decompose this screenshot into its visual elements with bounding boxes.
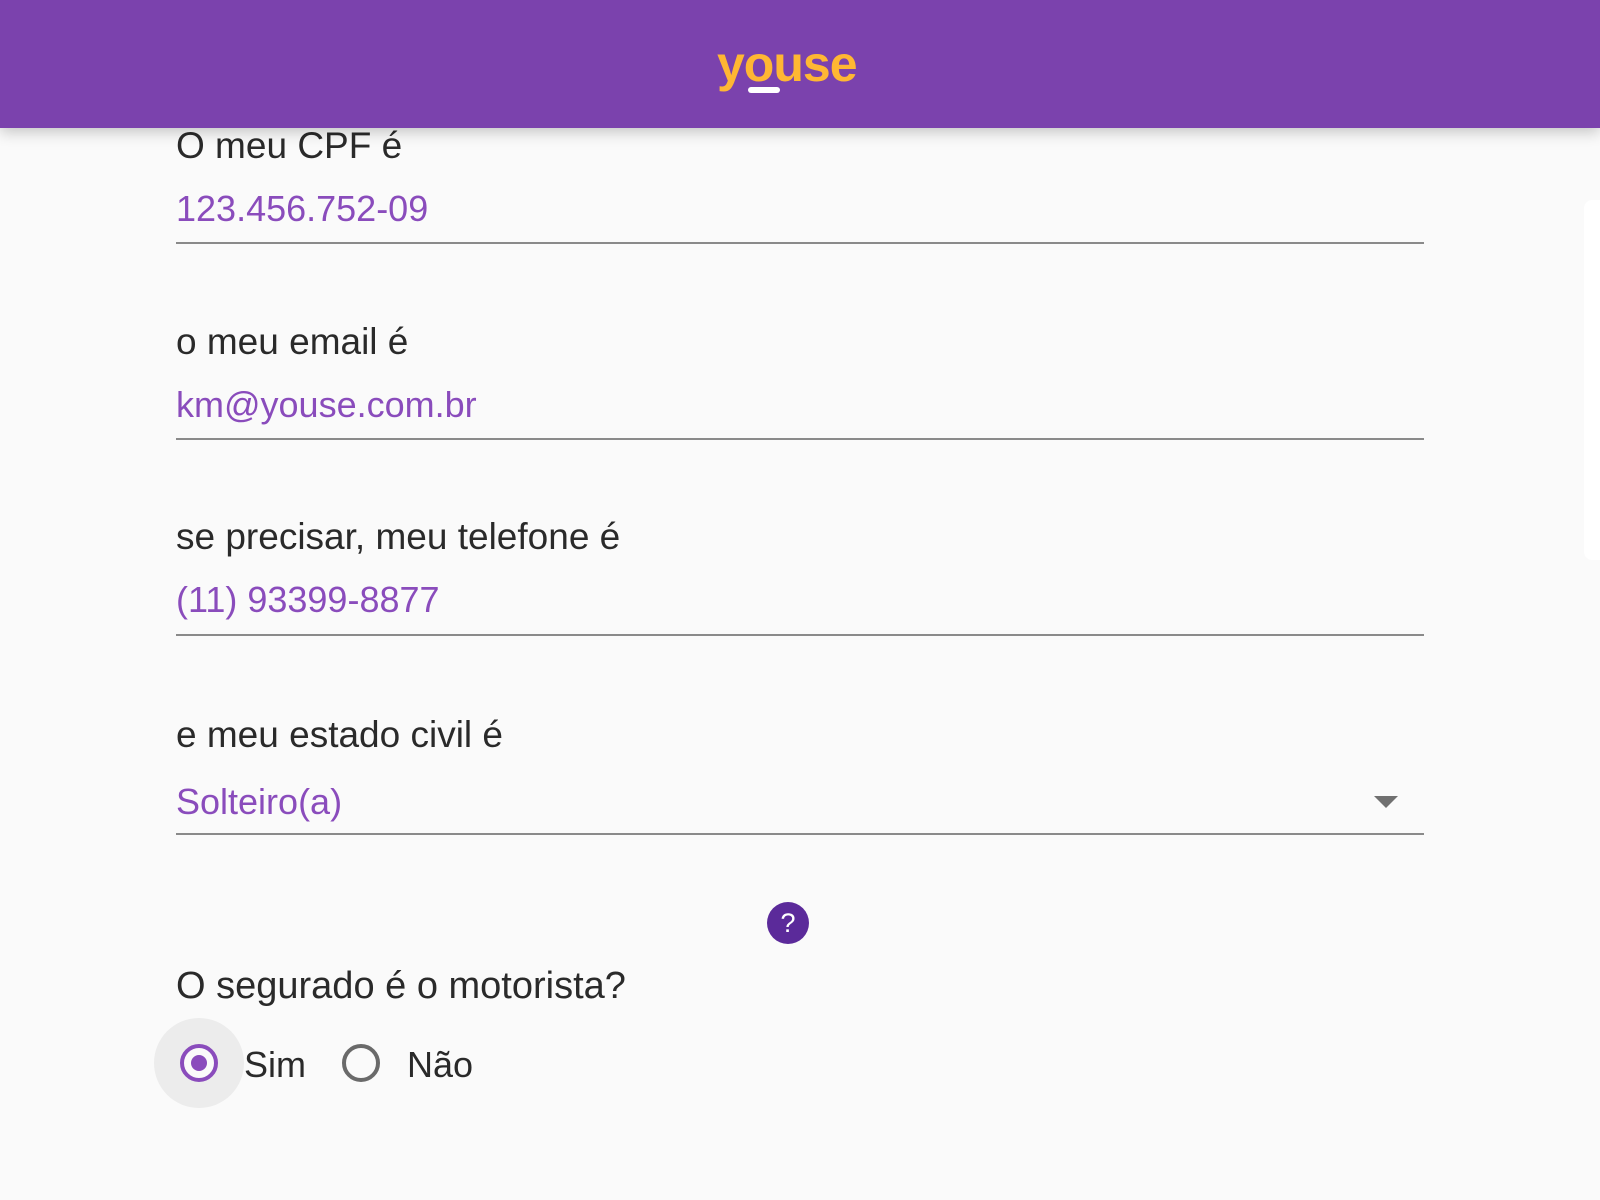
radio-nao[interactable] xyxy=(342,1044,380,1082)
email-input[interactable]: km@youse.com.br xyxy=(176,387,477,423)
email-underline xyxy=(176,438,1424,440)
cpf-input[interactable]: 123.456.752-09 xyxy=(176,191,428,227)
cpf-field[interactable]: O meu CPF é 123.456.752-09 xyxy=(176,127,1424,247)
marital-status-label: e meu estado civil é xyxy=(176,714,504,755)
scrollbar[interactable] xyxy=(1584,200,1600,560)
cpf-underline xyxy=(176,242,1424,244)
marital-status-field[interactable]: e meu estado civil é Solteiro(a) xyxy=(176,716,1424,836)
radio-sim[interactable] xyxy=(180,1044,218,1082)
email-label: o meu email é xyxy=(176,321,409,362)
phone-field[interactable]: se precisar, meu telefone é (11) 93399-8… xyxy=(176,518,1424,638)
insured-is-driver-question: O segurado é o motorista? xyxy=(176,965,626,1007)
svg-text:youse: youse xyxy=(717,36,857,92)
email-field[interactable]: o meu email é km@youse.com.br xyxy=(176,323,1424,443)
radio-nao-label[interactable]: Não xyxy=(407,1047,473,1083)
marital-status-underline xyxy=(176,833,1424,835)
marital-status-select[interactable]: Solteiro(a) xyxy=(176,784,342,820)
radio-sim-label[interactable]: Sim xyxy=(244,1047,306,1083)
dropdown-arrow-icon[interactable] xyxy=(1374,796,1398,808)
phone-underline xyxy=(176,634,1424,636)
cpf-label: O meu CPF é xyxy=(176,125,403,166)
app-bar: youse xyxy=(0,0,1600,128)
phone-input[interactable]: (11) 93399-8877 xyxy=(176,582,440,618)
phone-label: se precisar, meu telefone é xyxy=(176,516,621,557)
youse-logo[interactable]: youse xyxy=(717,35,887,95)
help-icon[interactable]: ? xyxy=(767,902,809,944)
page: youse O meu CPF é 123.456.752-09 o meu e… xyxy=(0,0,1600,1200)
